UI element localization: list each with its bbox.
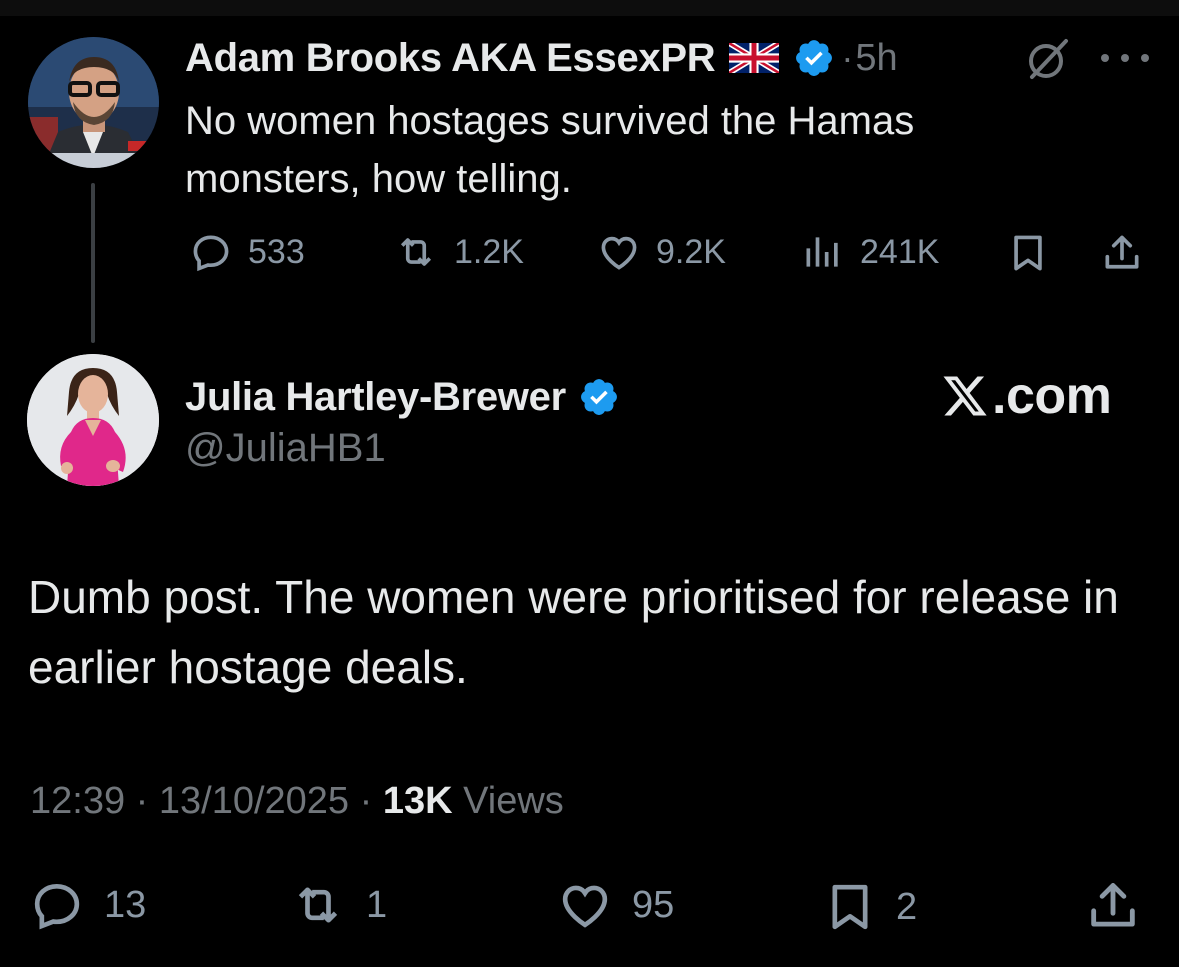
reply-icon	[193, 235, 229, 272]
main-share-button[interactable]	[1084, 877, 1142, 935]
meta-separator: ·	[359, 780, 373, 822]
main-views-count: 13K	[382, 780, 453, 822]
main-bookmark-button[interactable]: 2	[822, 877, 917, 937]
main-like-count: 95	[632, 883, 675, 926]
parent-views-button[interactable]: 241K	[800, 230, 939, 274]
main-tweet-author-row: Julia Hartley-Brewer	[185, 370, 620, 424]
uk-flag-icon	[729, 43, 780, 73]
main-author-name[interactable]: Julia Hartley-Brewer	[185, 375, 566, 420]
repost-icon	[400, 238, 432, 266]
main-repost-count: 1	[366, 883, 388, 926]
main-reply-button[interactable]: 13	[28, 877, 146, 933]
main-reply-count: 13	[104, 883, 147, 926]
views-icon	[806, 237, 838, 267]
x-logo-icon	[943, 376, 987, 416]
top-strip	[0, 0, 1179, 16]
main-author-handle[interactable]: @JuliaHB1	[185, 426, 386, 471]
share-icon	[1091, 883, 1135, 927]
reply-icon	[34, 883, 80, 930]
parent-share-button[interactable]	[1100, 230, 1144, 276]
share-icon	[1105, 235, 1139, 269]
verified-badge-icon	[793, 37, 835, 79]
parent-reply-button[interactable]: 533	[188, 230, 305, 274]
meta-separator: ·	[135, 780, 149, 822]
verified-badge-icon	[578, 376, 620, 418]
main-tweet-date[interactable]: 13/10/2025	[159, 780, 349, 822]
separator-dot: ·	[841, 37, 854, 78]
avatar-adam-brooks[interactable]	[28, 37, 159, 168]
like-icon	[601, 236, 637, 270]
parent-bookmark-button[interactable]	[1006, 230, 1050, 276]
parent-reply-count: 533	[248, 232, 305, 271]
parent-like-button[interactable]: 9.2K	[596, 230, 726, 274]
parent-author-name[interactable]: Adam Brooks AKA EssexPR	[185, 36, 716, 81]
bookmark-icon	[832, 884, 868, 930]
watermark-text: .com	[992, 367, 1112, 425]
parent-tweet-text: No women hostages survived the Hamas mon…	[185, 99, 915, 201]
main-tweet-meta: 12:39 · 13/10/2025 · 13K Views	[30, 780, 564, 823]
parent-repost-count: 1.2K	[454, 232, 524, 271]
main-like-button[interactable]: 95	[556, 877, 674, 933]
parent-views-count: 241K	[860, 232, 940, 271]
like-icon	[562, 885, 608, 928]
parent-tweet-header: Adam Brooks AKA EssexPR · 5h	[185, 34, 898, 82]
x-com-watermark: .com	[940, 366, 1112, 426]
main-bookmark-count: 2	[896, 885, 918, 928]
repost-icon	[298, 887, 338, 923]
main-views-label: Views	[463, 780, 564, 822]
bookmark-icon	[1014, 235, 1042, 271]
thread-connector-line	[91, 183, 95, 343]
parent-like-count: 9.2K	[656, 232, 726, 271]
parent-timestamp[interactable]: 5h	[855, 37, 897, 80]
main-tweet-time[interactable]: 12:39	[30, 780, 125, 822]
main-tweet-text: Dumb post. The women were prioritised fo…	[28, 571, 1119, 693]
main-repost-button[interactable]: 1	[288, 877, 387, 933]
more-options-icon[interactable]	[1101, 42, 1149, 74]
avatar-julia-hartley-brewer[interactable]	[27, 354, 159, 486]
grok-icon[interactable]	[1024, 35, 1072, 83]
parent-repost-button[interactable]: 1.2K	[392, 230, 524, 274]
